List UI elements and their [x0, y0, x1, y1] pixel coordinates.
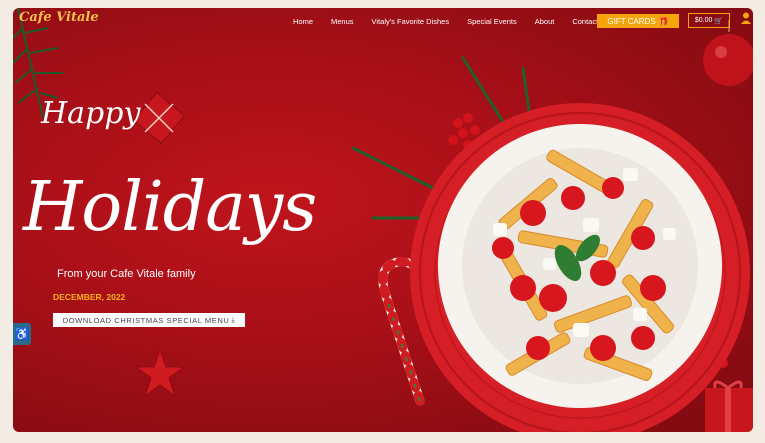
gift-cards-label: GIFT CARDS	[607, 16, 656, 26]
main-nav: Home Menus Vitaly's Favorite Dishes Spec…	[293, 17, 616, 26]
gift-cards-button[interactable]: GIFT CARDS 🎁	[597, 14, 679, 28]
hero-banner: Cafe Vitale Home Menus Vitaly's Favorite…	[13, 8, 753, 432]
gift-box-image	[705, 380, 753, 432]
star-ornament-image	[135, 348, 185, 398]
hero-happy-text: Happy	[41, 96, 141, 131]
nav-menus[interactable]: Menus	[331, 17, 354, 26]
cart-button[interactable]: $0.00 🛒	[688, 13, 730, 28]
hero-holidays-text: Holidays	[23, 168, 317, 247]
cart-icon: 🛒	[714, 17, 724, 25]
user-icon[interactable]	[741, 12, 751, 24]
cart-total: $0.00	[694, 17, 713, 24]
pasta-plate-image	[351, 56, 750, 432]
nav-home[interactable]: Home	[293, 17, 313, 26]
nav-special-events[interactable]: Special Events	[467, 17, 517, 26]
accessibility-icon[interactable]: ♿	[13, 323, 31, 345]
nav-about[interactable]: About	[535, 17, 555, 26]
nav-favorite-dishes[interactable]: Vitaly's Favorite Dishes	[372, 17, 450, 26]
hero-tagline: From your Cafe Vitale family	[57, 268, 196, 280]
download-menu-button[interactable]: DOWNLOAD CHRISTMAS SPECIAL MENU ⤓	[53, 313, 245, 327]
download-icon: ⤓	[231, 315, 236, 324]
download-menu-label: DOWNLOAD CHRISTMAS SPECIAL MENU	[62, 315, 230, 325]
site-logo[interactable]: Cafe Vitale	[19, 10, 99, 25]
gift-icon: 🎁	[658, 16, 669, 26]
nav-contact[interactable]: Contact	[572, 17, 598, 26]
hero-date: DECEMBER, 2022	[53, 292, 126, 302]
